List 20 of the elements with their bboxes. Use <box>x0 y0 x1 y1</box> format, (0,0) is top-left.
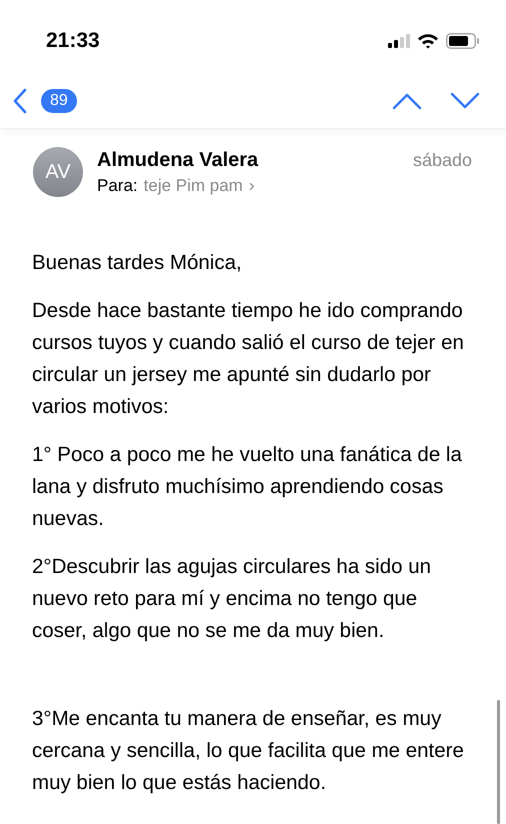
signal-icon <box>388 34 410 48</box>
chevron-icon[interactable]: › <box>248 176 255 196</box>
unread-count-badge[interactable]: 89 <box>41 89 77 113</box>
body-paragraph: Buenas tardes Mónica, <box>32 250 243 276</box>
down-chevron-icon[interactable] <box>450 92 480 110</box>
body-paragraph: 2°Descubrir las agujas circulares ha sido un nuevo reto para mí y encima no tengo que coser, algo que no se me da muy bien. <box>32 554 432 644</box>
sender-name: Almudena Valera <box>97 148 258 172</box>
status-time: 21:33 <box>46 29 100 53</box>
battery-icon <box>446 33 480 49</box>
to-label: Para: <box>97 176 138 196</box>
avatar: AV <box>33 147 83 197</box>
back-icon[interactable] <box>13 88 27 114</box>
message-date: sábado <box>412 150 472 170</box>
recipient-link[interactable]: teje Pim pam <box>144 176 243 196</box>
body-paragraph: 1° Poco a poco me he vuelto una fanática de la lana y disfruto muchísimo aprendiendo cosas nuevas. <box>32 442 463 532</box>
body-paragraph: Desde hace bastante tiempo he ido comprando cursos tuyos y cuando salió el curso de tejer en circular un jersey me apunté sin dudarlo por varios motivos: <box>32 298 465 420</box>
wifi-icon <box>417 33 439 49</box>
scrollbar[interactable] <box>497 700 500 824</box>
body-paragraph: 3°Me encanta tu manera de enseñar, es muy cercana y sencilla, lo que facilita que me entere muy bien lo que estás haciendo. <box>32 706 465 796</box>
up-chevron-icon[interactable] <box>392 92 422 110</box>
